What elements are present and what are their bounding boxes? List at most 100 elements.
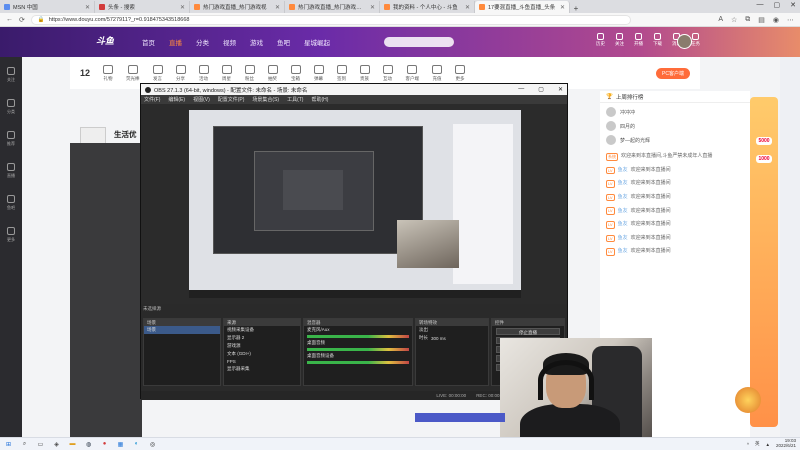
gift-item[interactable]: 粉丝	[244, 64, 255, 82]
msg-username[interactable]: 鱼友	[618, 235, 628, 242]
browser-tab[interactable]: 热门游戏直播_热门游戏视_热 ✕	[285, 1, 380, 13]
search-icon[interactable]: ⌕	[20, 440, 29, 449]
history-button[interactable]: 历史	[596, 33, 605, 47]
sidebar-item-live[interactable]: 直播	[7, 163, 15, 179]
mixer-level-meter[interactable]	[307, 335, 409, 338]
msg-username[interactable]: 鱼友	[618, 248, 628, 255]
close-icon[interactable]: ✕	[465, 4, 470, 11]
msg-username[interactable]: 鱼友	[618, 208, 628, 215]
source-item[interactable]: 显示器 2	[224, 334, 300, 342]
obs-menu-help[interactable]: 帮助(H)	[311, 96, 328, 103]
minimize-button[interactable]: —	[757, 1, 764, 9]
sidebar-item-more[interactable]: 更多	[7, 227, 15, 243]
msg-username[interactable]: 鱼友	[618, 167, 628, 174]
follow-button[interactable]: 关注	[615, 33, 624, 47]
gift-item[interactable]: 弹幕	[313, 64, 324, 82]
close-icon[interactable]: ✕	[180, 4, 185, 11]
nav-event[interactable]: 星城崛起	[304, 37, 330, 47]
browser-tab[interactable]: MSN 中国 ✕	[0, 1, 95, 13]
gift-item[interactable]: 周星	[221, 64, 232, 82]
gift-item[interactable]: 充值	[432, 64, 443, 82]
maximize-button[interactable]: ▢	[774, 1, 781, 9]
nav-yuba[interactable]: 鱼吧	[277, 37, 290, 47]
gift-item[interactable]: 活动	[198, 64, 209, 82]
browser-tab[interactable]: 我的资料 - 个人中心 - 斗鱼 ✕	[380, 1, 475, 13]
obs-taskbar-icon[interactable]: ◎	[148, 440, 157, 449]
mascot-icon[interactable]	[735, 387, 761, 413]
edge-icon[interactable]: ◐	[132, 440, 141, 449]
gift-item[interactable]: 互动	[382, 64, 393, 82]
favorite-icon[interactable]: ☆	[731, 16, 737, 24]
gift-item[interactable]: 签到	[336, 64, 347, 82]
nav-games[interactable]: 游戏	[250, 37, 263, 47]
close-window-button[interactable]: ✕	[790, 1, 796, 9]
rank-item[interactable]: 冲冲冲	[606, 107, 744, 117]
new-tab-button[interactable]: +	[570, 4, 582, 13]
gift-item[interactable]: 发言	[152, 64, 163, 82]
task-button[interactable]: 任务	[691, 33, 700, 47]
gift-item[interactable]: 分享	[175, 64, 186, 82]
sidebar-item-recommend[interactable]: 推荐	[7, 131, 15, 147]
obs-menu-view[interactable]: 视图(V)	[193, 96, 210, 103]
browser-tab-active[interactable]: 17要混直播_斗鱼直播_头条 ✕	[475, 1, 570, 13]
nav-home[interactable]: 首页	[142, 37, 155, 47]
msg-username[interactable]: 鱼友	[618, 221, 628, 228]
source-item[interactable]: 文本 (GDI+)	[224, 350, 300, 358]
source-item[interactable]: 视频采集设备	[224, 326, 300, 334]
gift-item[interactable]: 礼物	[103, 64, 114, 82]
msg-username[interactable]: 鱼友	[618, 194, 628, 201]
user-avatar[interactable]	[677, 34, 692, 49]
rank-header[interactable]: 🏆 上周排行榜	[600, 91, 750, 103]
download-button[interactable]: 下载	[653, 33, 662, 47]
nav-category[interactable]: 分类	[196, 37, 209, 47]
sidebar-item-follow[interactable]: 关注	[7, 67, 15, 83]
task-view-icon[interactable]: ▭	[36, 440, 45, 449]
steam-icon[interactable]: ◍	[84, 440, 93, 449]
minimize-button[interactable]: —	[518, 86, 524, 93]
duration-input[interactable]: 300 ms	[431, 336, 446, 341]
nav-video[interactable]: 视频	[223, 37, 236, 47]
store-icon[interactable]: ▦	[116, 440, 125, 449]
msg-username[interactable]: 鱼友	[618, 180, 628, 187]
close-window-button[interactable]: ✕	[558, 86, 563, 93]
file-explorer-icon[interactable]: ▬	[68, 440, 77, 449]
system-clock[interactable]: 19:03 2022/6/21	[776, 438, 796, 449]
refresh-icon[interactable]: ⟳	[19, 16, 25, 24]
obs-menu-edit[interactable]: 编辑(E)	[168, 96, 185, 103]
stop-streaming-button[interactable]: 停止直播	[496, 328, 560, 335]
url-input[interactable]: 🔒 https://www.douyu.com/5727911?_r=0.918…	[30, 14, 631, 25]
network-icon[interactable]: ▲	[766, 442, 770, 447]
extensions-icon[interactable]: ⧉	[745, 16, 750, 24]
obs-preview-canvas[interactable]	[189, 110, 521, 298]
profile-icon[interactable]: ◉	[773, 16, 779, 24]
gift-item[interactable]: 贵族	[359, 64, 370, 82]
video-player[interactable]	[70, 143, 142, 437]
source-item[interactable]: FPS	[224, 358, 300, 365]
source-item[interactable]: 显示器采集	[224, 365, 300, 373]
start-icon[interactable]: ⊞	[4, 440, 13, 449]
obs-menu-scene-collection[interactable]: 场景集合(S)	[252, 96, 279, 103]
collections-icon[interactable]: ▤	[758, 16, 765, 24]
maximize-button[interactable]: ▢	[538, 86, 544, 93]
scene-item[interactable]: 场景	[144, 326, 220, 334]
close-icon[interactable]: ✕	[275, 4, 280, 11]
ime-indicator[interactable]: 英	[755, 441, 760, 447]
mixer-level-meter[interactable]	[307, 348, 409, 351]
read-aloud-icon[interactable]: A	[718, 16, 723, 24]
close-icon[interactable]: ✕	[370, 4, 375, 11]
broadcast-button[interactable]: 开播	[634, 33, 643, 47]
close-icon[interactable]: ✕	[85, 4, 90, 11]
gift-item[interactable]: 客户端	[406, 64, 419, 82]
gift-item[interactable]: 抽奖	[267, 64, 278, 82]
gift-item[interactable]: 更多	[455, 64, 466, 82]
more-icon[interactable]: ⋯	[787, 16, 794, 24]
site-logo[interactable]: 斗鱼	[96, 34, 136, 50]
app-icon[interactable]: ●	[100, 440, 109, 449]
tray-expand-icon[interactable]: ^	[747, 442, 749, 447]
browser-tab[interactable]: 头条 - 搜索 ✕	[95, 1, 190, 13]
transition-select[interactable]: 淡出	[416, 326, 488, 334]
obs-menu-profile[interactable]: 配置文件(P)	[218, 96, 245, 103]
sidebar-item-yuba[interactable]: 鱼吧	[7, 195, 15, 211]
gift-item[interactable]: 荧光棒	[126, 64, 140, 82]
obs-menu-tools[interactable]: 工具(T)	[287, 96, 303, 103]
